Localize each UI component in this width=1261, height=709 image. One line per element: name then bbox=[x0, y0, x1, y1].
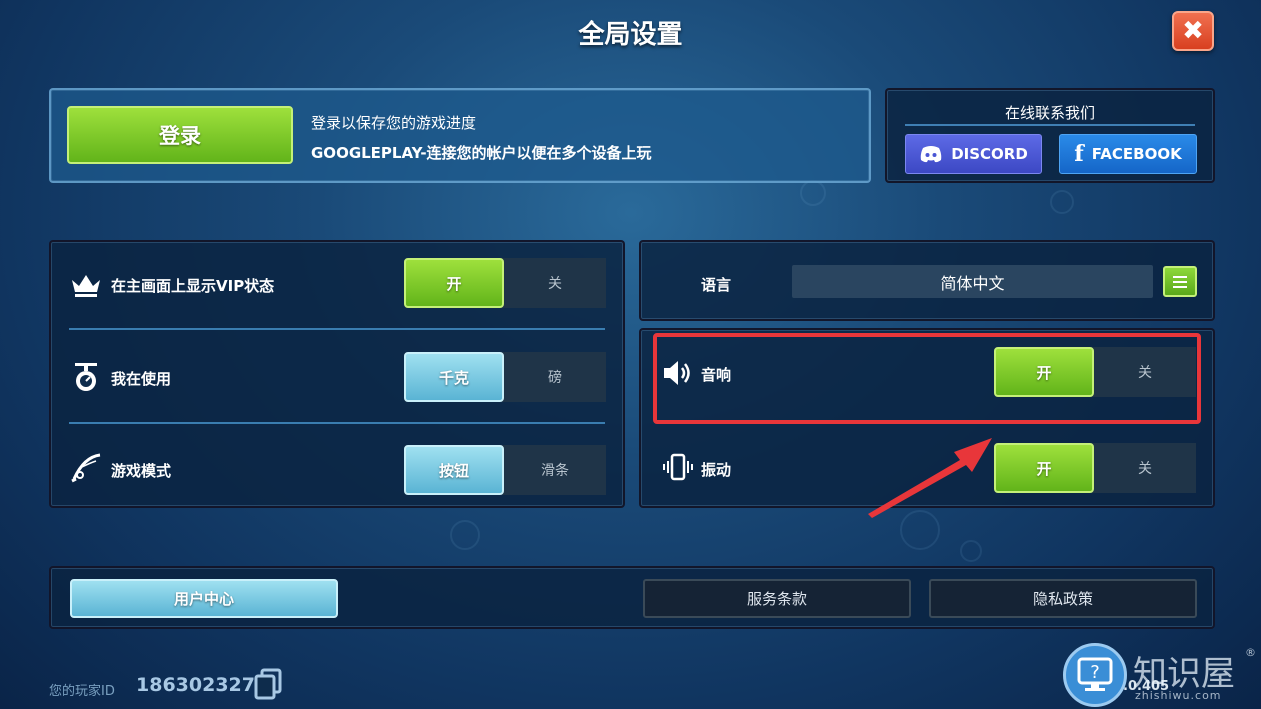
login-button[interactable]: 登录 bbox=[67, 106, 293, 164]
game-mode-label: 游戏模式 bbox=[111, 462, 172, 480]
language-select[interactable]: 简体中文 bbox=[792, 265, 1153, 298]
units-row: 我在使用 千克 磅 bbox=[51, 330, 623, 420]
vibration-toggle[interactable]: 开 关 bbox=[994, 443, 1196, 493]
facebook-label: FACEBOOK bbox=[1091, 145, 1182, 163]
scale-icon bbox=[69, 360, 103, 394]
facebook-icon: f bbox=[1074, 141, 1084, 167]
bubble-decoration bbox=[1050, 190, 1074, 214]
vip-status-toggle[interactable]: 开 关 bbox=[404, 258, 606, 308]
page-title: 全局设置 bbox=[578, 20, 683, 50]
player-id-value: 186302327 bbox=[136, 674, 255, 696]
terms-of-service-button[interactable]: 服务条款 bbox=[643, 579, 911, 618]
units-toggle[interactable]: 千克 磅 bbox=[404, 352, 606, 402]
fishing-rod-icon bbox=[69, 450, 103, 484]
watermark-logo: ? bbox=[1063, 643, 1127, 707]
contact-panel: 在线联系我们 DISCORD f FACEBOOK bbox=[885, 88, 1215, 183]
menu-icon[interactable] bbox=[1163, 266, 1197, 297]
facebook-button[interactable]: f FACEBOOK bbox=[1059, 134, 1197, 174]
divider bbox=[905, 124, 1195, 126]
kg-option[interactable]: 千克 bbox=[404, 352, 504, 402]
vibration-on-option[interactable]: 开 bbox=[994, 443, 1094, 493]
footer-panel: 用户中心 服务条款 隐私政策 bbox=[49, 566, 1215, 629]
login-panel: 登录 登录以保存您的游戏进度 GOOGLEPLAY-连接您的帐户以便在多个设备上… bbox=[49, 88, 871, 183]
bubble-decoration bbox=[800, 180, 826, 206]
user-center-button[interactable]: 用户中心 bbox=[70, 579, 338, 618]
vip-on-option[interactable]: 开 bbox=[404, 258, 504, 308]
help-icon: ? bbox=[1077, 657, 1113, 691]
vip-off-option[interactable]: 关 bbox=[504, 258, 606, 308]
crown-icon bbox=[69, 268, 103, 302]
close-icon: ✖ bbox=[1182, 16, 1204, 46]
language-panel: 语言 简体中文 bbox=[639, 240, 1215, 321]
watermark-registered: ® bbox=[1245, 646, 1256, 659]
contact-title: 在线联系我们 bbox=[1004, 104, 1095, 122]
vibration-icon bbox=[661, 450, 695, 484]
arrow-annotation bbox=[868, 438, 992, 518]
lb-option[interactable]: 磅 bbox=[504, 352, 606, 402]
bubble-decoration bbox=[960, 540, 982, 562]
discord-icon bbox=[920, 146, 942, 163]
googleplay-description: GOOGLEPLAY-连接您的帐户以便在多个设备上玩 bbox=[311, 144, 652, 162]
vip-status-label: 在主画面上显示VIP状态 bbox=[111, 277, 275, 295]
vip-status-row: 在主画面上显示VIP状态 开 关 bbox=[51, 242, 623, 332]
language-label: 语言 bbox=[701, 276, 732, 294]
game-mode-toggle[interactable]: 按钮 滑条 bbox=[404, 445, 606, 495]
watermark-url: zhishiwu.com bbox=[1135, 689, 1222, 702]
discord-button[interactable]: DISCORD bbox=[905, 134, 1042, 174]
game-mode-row: 游戏模式 按钮 滑条 bbox=[51, 422, 623, 512]
privacy-policy-button[interactable]: 隐私政策 bbox=[929, 579, 1197, 618]
slider-mode-option[interactable]: 滑条 bbox=[504, 445, 606, 495]
highlight-box bbox=[653, 333, 1201, 424]
watermark-text: 知识屋 bbox=[1133, 654, 1235, 694]
button-mode-option[interactable]: 按钮 bbox=[404, 445, 504, 495]
login-description: 登录以保存您的游戏进度 bbox=[311, 114, 477, 132]
general-settings-panel: 在主画面上显示VIP状态 开 关 我在使用 千克 磅 游戏模式 按钮 滑条 bbox=[49, 240, 625, 508]
bubble-decoration bbox=[450, 520, 480, 550]
player-id-label: 您的玩家ID bbox=[49, 684, 115, 699]
vibration-off-option[interactable]: 关 bbox=[1094, 443, 1196, 493]
close-button[interactable]: ✖ bbox=[1172, 11, 1214, 51]
discord-label: DISCORD bbox=[951, 145, 1028, 163]
copy-icon[interactable] bbox=[253, 668, 283, 700]
units-label: 我在使用 bbox=[111, 370, 172, 388]
vibration-label: 振动 bbox=[701, 461, 732, 479]
svg-text:?: ? bbox=[1090, 662, 1100, 683]
